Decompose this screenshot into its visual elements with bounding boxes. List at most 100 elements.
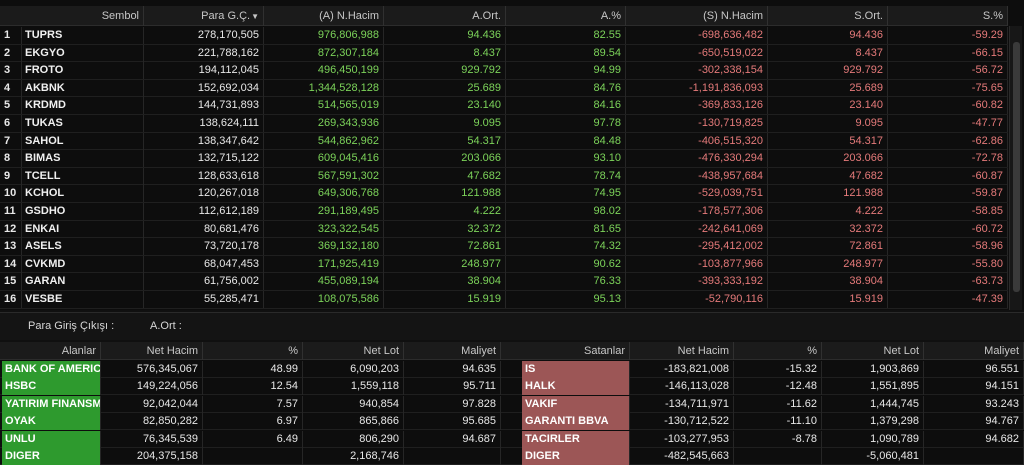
- pct-cell: 12.54: [203, 378, 303, 396]
- a-ort-cell: 929.792: [384, 62, 506, 80]
- row-index: 2: [0, 44, 22, 62]
- a-pct-cell: 81.65: [506, 220, 626, 238]
- symbol-cell: SAHOL: [22, 132, 144, 150]
- table-row[interactable]: 9 TCELL 128,633,618 567,591,302 47.682 78.74-…: [0, 167, 1008, 186]
- seller-row[interactable]: VAKIF -134,711,971 -11.62 1,444,745 93.243: [512, 395, 1024, 413]
- table-row[interactable]: 3 FROTO 194,112,045 496,450,199 929.792 94.99…: [0, 62, 1008, 80]
- row-index: 13: [0, 238, 22, 256]
- s-ort-cell: 929.792: [768, 62, 888, 80]
- para-cell: 128,633,618: [144, 167, 264, 185]
- buyer-row[interactable]: UNLU 76,345,539 6.49 806,290 94.687: [0, 430, 512, 448]
- symbol-cell: KRDMD: [22, 97, 144, 115]
- broker-tables: Alanlar Net Hacim % Net Lot Maliyet Sata…: [0, 342, 1024, 465]
- net-lot-cell: 1,903,869: [822, 361, 924, 378]
- pct-cell: -11.10: [734, 413, 822, 431]
- seller-row[interactable]: IS -183,821,008 -15.32 1,903,869 96.551: [512, 361, 1024, 378]
- a-pct-cell: 84.76: [506, 79, 626, 97]
- buyers-col-pct[interactable]: %: [203, 342, 303, 360]
- symbol-cell: GSDHO: [22, 202, 144, 220]
- a-pct-cell: 97.78: [506, 114, 626, 132]
- table-row[interactable]: 7 SAHOL 138,347,642 544,862,962 54.317 84.48-…: [0, 132, 1008, 151]
- row-index: 8: [0, 150, 22, 168]
- a-ort-cell: 9.095: [384, 114, 506, 132]
- net-lot-cell: 865,866: [303, 413, 404, 431]
- net-lot-cell: 806,290: [303, 430, 404, 448]
- money-flow-table: Sembol Para G.Ç.▼ (A) N.Hacim A.Ort. A.%…: [0, 0, 1024, 310]
- table-row[interactable]: 1 TUPRS 278,170,505 976,806,988 94.436 82.55-…: [0, 27, 1008, 45]
- col-header-para[interactable]: Para G.Ç.▼: [144, 6, 264, 26]
- vertical-scrollbar[interactable]: [1009, 26, 1022, 310]
- a-ort-cell: 203.066: [384, 150, 506, 168]
- s-pct-cell: -63.73: [888, 273, 1008, 291]
- para-cell: 152,692,034: [144, 79, 264, 97]
- seller-row[interactable]: DIGER -482,545,663 -5,060,481: [512, 448, 1024, 465]
- table-row[interactable]: 2 EKGYO 221,788,162 872,307,184 8.437 89.54 -6…: [0, 44, 1008, 63]
- s-hacim-cell: -369,833,126: [626, 97, 768, 115]
- table-row[interactable]: 4 AKBNK 152,692,034 1,344,528,128 25.689 84.7…: [0, 79, 1008, 98]
- net-hacim-cell: -183,821,008: [630, 361, 734, 378]
- table-header: Sembol Para G.Ç.▼ (A) N.Hacim A.Ort. A.%…: [0, 6, 1008, 26]
- a-ort-label: A.Ort :: [150, 320, 182, 332]
- buyers-col-maliyet[interactable]: Maliyet: [404, 342, 501, 360]
- col-header-symbol[interactable]: Sembol: [0, 6, 144, 26]
- sellers-col-name[interactable]: Satanlar: [522, 342, 630, 360]
- pct-cell: -11.62: [734, 395, 822, 413]
- seller-row[interactable]: TACIRLER -103,277,953 -8.78 1,090,789 94.682: [512, 430, 1024, 448]
- net-lot-cell: -5,060,481: [822, 448, 924, 465]
- table-row[interactable]: 15 GARAN 61,756,002 455,089,194 38.904 76.33-…: [0, 273, 1008, 291]
- col-header-a-ort[interactable]: A.Ort.: [384, 6, 506, 26]
- scrollbar-thumb[interactable]: [1013, 42, 1020, 292]
- s-hacim-cell: -650,519,022: [626, 44, 768, 62]
- buyer-row[interactable]: DIGER 204,375,158 2,168,746: [0, 448, 512, 465]
- para-cell: 68,047,453: [144, 255, 264, 273]
- s-hacim-cell: -476,330,294: [626, 150, 768, 168]
- table-row[interactable]: 13 ASELS 73,720,178 369,132,180 72.861 74.32-…: [0, 238, 1008, 256]
- symbol-cell: KCHOL: [22, 185, 144, 203]
- buyers-col-net-hacim[interactable]: Net Hacim: [101, 342, 203, 360]
- pct-cell: 7.57: [203, 395, 303, 413]
- col-header-s-pct[interactable]: S.%: [888, 6, 1008, 26]
- seller-row[interactable]: GARANTI BBVA -130,712,522 -11.10 1,379,298 9…: [512, 413, 1024, 431]
- s-pct-cell: -60.72: [888, 220, 1008, 238]
- seller-row[interactable]: HALK -146,113,028 -12.48 1,551,895 94.151: [512, 378, 1024, 396]
- symbol-cell: EKGYO: [22, 44, 144, 62]
- table-row[interactable]: 11 GSDHO 112,612,189 291,189,495 4.222 98.02-…: [0, 202, 1008, 221]
- a-ort-cell: 4.222: [384, 202, 506, 220]
- sellers-col-pct[interactable]: %: [734, 342, 822, 360]
- col-header-a-pct[interactable]: A.%: [506, 6, 626, 26]
- col-header-a-hacim[interactable]: (A) N.Hacim: [264, 6, 384, 26]
- a-hacim-cell: 496,450,199: [264, 62, 384, 80]
- table-row[interactable]: 14 CVKMD 68,047,453 171,925,419 248.977 90.62…: [0, 255, 1008, 274]
- broker-name: DIGER: [2, 448, 101, 465]
- buyer-row[interactable]: OYAK 82,850,282 6.97 865,866 95.685: [0, 413, 512, 431]
- col-header-symbol-label: Sembol: [101, 10, 139, 22]
- a-hacim-cell: 369,132,180: [264, 238, 384, 256]
- col-header-s-hacim[interactable]: (S) N.Hacim: [626, 6, 768, 26]
- table-row[interactable]: 10 KCHOL 120,267,018 649,306,768 121.988 74.9…: [0, 185, 1008, 203]
- s-ort-cell: 121.988: [768, 185, 888, 203]
- net-lot-cell: 1,090,789: [822, 430, 924, 448]
- buyers-col-name[interactable]: Alanlar: [0, 342, 101, 360]
- para-cell: 61,756,002: [144, 273, 264, 291]
- net-lot-cell: 1,379,298: [822, 413, 924, 431]
- s-hacim-cell: -393,333,192: [626, 273, 768, 291]
- sellers-col-net-lot[interactable]: Net Lot: [822, 342, 924, 360]
- a-ort-cell: 121.988: [384, 185, 506, 203]
- net-hacim-cell: 82,850,282: [101, 413, 203, 431]
- buyers-col-net-lot[interactable]: Net Lot: [303, 342, 404, 360]
- col-header-s-ort[interactable]: S.Ort.: [768, 6, 888, 26]
- table-row[interactable]: 5 KRDMD 144,731,893 514,565,019 23.140 84.16-…: [0, 97, 1008, 115]
- table-row[interactable]: 16 VESBE 55,285,471 108,075,586 15.919 95.13-…: [0, 290, 1008, 309]
- s-pct-cell: -62.86: [888, 132, 1008, 150]
- row-index: 10: [0, 185, 22, 203]
- buyer-row[interactable]: HSBC 149,224,056 12.54 1,559,118 95.711: [0, 378, 512, 396]
- sellers-col-net-hacim[interactable]: Net Hacim: [630, 342, 734, 360]
- table-row[interactable]: 12 ENKAI 80,681,476 323,322,545 32.372 81.65-…: [0, 220, 1008, 239]
- sellers-col-maliyet[interactable]: Maliyet: [924, 342, 1024, 360]
- buyer-row[interactable]: YATIRIM FINANSM 92,042,044 7.57 940,854 97.8…: [0, 395, 512, 413]
- table-row[interactable]: 8 BIMAS 132,715,122 609,045,416 203.066 93.10…: [0, 150, 1008, 168]
- buyer-row[interactable]: BANK OF AMERICA 576,345,067 48.99 6,090,203…: [0, 361, 512, 378]
- s-pct-cell: -72.78: [888, 150, 1008, 168]
- table-row[interactable]: 6 TUKAS 138,624,111 269,343,936 9.095 97.78 -1…: [0, 114, 1008, 133]
- pct-cell: 48.99: [203, 361, 303, 378]
